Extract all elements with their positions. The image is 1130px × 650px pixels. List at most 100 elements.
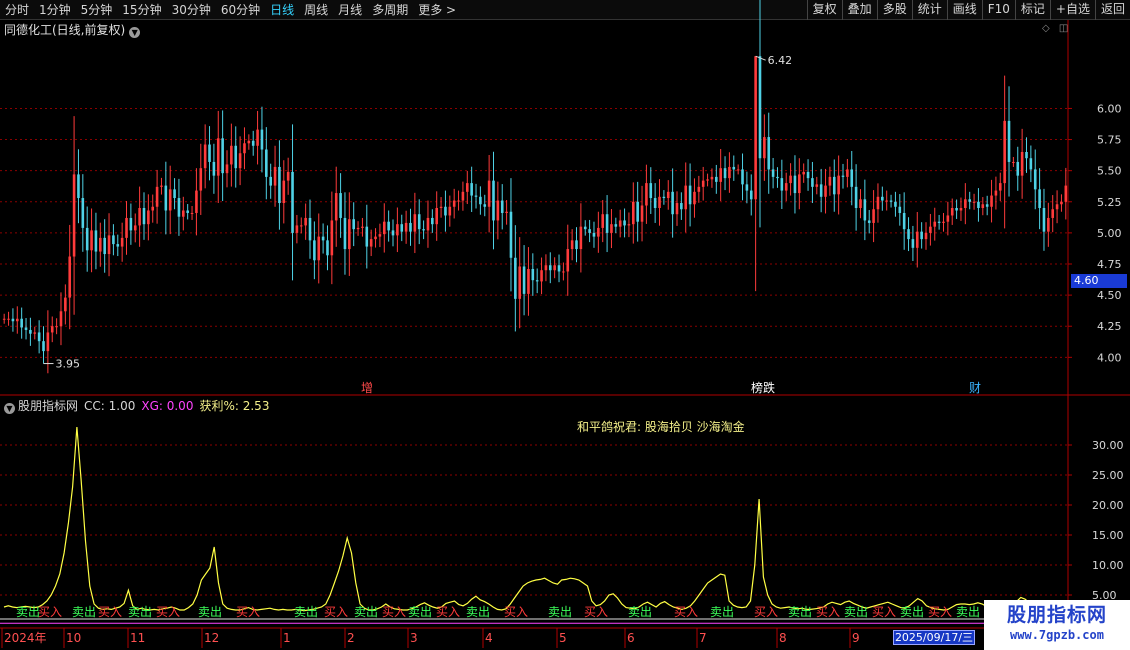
- candle-body: [802, 171, 805, 175]
- candle-body: [356, 227, 360, 230]
- candle-body: [588, 229, 591, 233]
- candle-body: [168, 189, 172, 211]
- candle-body: [103, 237, 106, 255]
- candle-body: [693, 191, 696, 205]
- candle-body: [605, 214, 609, 233]
- buy-signal: 买入: [674, 605, 698, 619]
- candle-body: [701, 180, 705, 187]
- candle-body: [767, 137, 771, 170]
- candle-body: [544, 265, 548, 271]
- candle-body: [706, 179, 709, 181]
- chart-canvas[interactable]: 6.00 5.75 5.50 5.25 5.00 4.75 4.50 4.25 4.00 30.0…: [0, 0, 1130, 650]
- candle-body: [221, 138, 224, 174]
- candle-body: [46, 332, 50, 352]
- candle-body: [929, 226, 932, 233]
- candle-body: [225, 164, 229, 174]
- candle-body: [837, 175, 840, 195]
- buy-signal: 买入: [584, 605, 608, 619]
- candle-body: [798, 174, 801, 194]
- x-axis-label-7: 4: [485, 631, 493, 645]
- candle-body: [850, 169, 854, 187]
- low-label: 3.95: [56, 358, 81, 371]
- candle-body: [487, 180, 491, 207]
- candle-body: [230, 145, 233, 165]
- sell-signal: 卖出: [788, 605, 812, 619]
- candle-body: [492, 180, 495, 221]
- chevron-down-icon[interactable]: ▼: [4, 403, 15, 414]
- candle-body: [531, 268, 535, 281]
- event-marker-0: 增: [361, 381, 373, 395]
- sell-signal: 卖出: [408, 605, 432, 619]
- candle-body: [998, 183, 1002, 191]
- candle-body: [736, 169, 740, 171]
- candle-body: [500, 200, 504, 213]
- candle-body: [448, 206, 452, 216]
- candle-body: [20, 318, 23, 328]
- candle-body: [282, 180, 286, 204]
- indicator-slogan: 和平鸽祝君: 股海拾贝 沙海淘金: [577, 420, 745, 434]
- candle-body: [138, 208, 141, 226]
- candle-body: [15, 318, 19, 322]
- candle-body: [160, 185, 163, 187]
- sell-signal: 卖出: [900, 605, 924, 619]
- candle-body: [85, 227, 89, 251]
- candle-body: [112, 235, 115, 245]
- candle-body: [352, 219, 355, 230]
- candle-body: [483, 204, 487, 207]
- price-tick-label-5: 4.75: [1097, 258, 1122, 271]
- buy-signal: 买入: [504, 605, 528, 619]
- candle-body: [562, 271, 565, 273]
- indicator-param-2: 获利%: 2.53: [199, 399, 270, 413]
- candle-body: [749, 190, 753, 200]
- candle-body: [256, 129, 259, 146]
- candle-body: [321, 236, 325, 241]
- candle-body: [238, 153, 242, 169]
- candle-body: [846, 169, 849, 177]
- candle-body: [125, 217, 128, 238]
- candle-body: [522, 266, 526, 294]
- candle-body: [1029, 158, 1033, 170]
- candle-body: [959, 208, 963, 211]
- candle-body: [313, 240, 316, 261]
- candle-body: [841, 175, 845, 177]
- price-tick-label-3: 5.25: [1097, 196, 1122, 209]
- candle-body: [133, 225, 137, 231]
- candle-body: [946, 215, 950, 222]
- candle-body: [942, 221, 945, 223]
- candle-body: [684, 185, 688, 210]
- candle-body: [400, 224, 404, 232]
- candle-body: [195, 190, 198, 213]
- candle-body: [824, 185, 827, 197]
- candle-body: [553, 265, 556, 271]
- candle-body: [273, 166, 277, 186]
- candle-body: [527, 268, 530, 294]
- candle-body: [985, 204, 989, 207]
- candle-body: [1020, 152, 1024, 176]
- buy-signal: 买入: [754, 605, 778, 619]
- candle-body: [234, 145, 238, 169]
- candle-body: [365, 226, 369, 247]
- candle-body: [776, 176, 779, 179]
- candle-body: [859, 199, 862, 208]
- x-axis-label-2: 11: [130, 631, 145, 645]
- sell-signal: 卖出: [198, 605, 222, 619]
- candle-body: [990, 195, 993, 207]
- indicator-param-1: XG: 0.00: [141, 399, 194, 413]
- candle-body: [793, 175, 797, 194]
- indicator-name: 股朋指标网: [18, 399, 79, 413]
- candle-body: [33, 332, 37, 334]
- sell-signal: 卖出: [548, 605, 572, 619]
- candle-body: [518, 266, 522, 299]
- candle-body: [784, 183, 788, 191]
- candle-body: [422, 229, 425, 231]
- x-axis-label-5: 2: [347, 631, 355, 645]
- price-tick-label-7: 4.25: [1097, 320, 1122, 333]
- candle-body: [937, 221, 941, 223]
- indicator-title[interactable]: ▼ 股朋指标网 CC: 1.00 XG: 0.00 获利%: 2.53: [4, 398, 275, 414]
- candle-body: [832, 176, 836, 195]
- candle-body: [496, 200, 500, 221]
- candle-body: [457, 200, 460, 202]
- candle-body: [715, 176, 718, 182]
- candle-body: [763, 137, 766, 159]
- candle-body: [610, 224, 613, 233]
